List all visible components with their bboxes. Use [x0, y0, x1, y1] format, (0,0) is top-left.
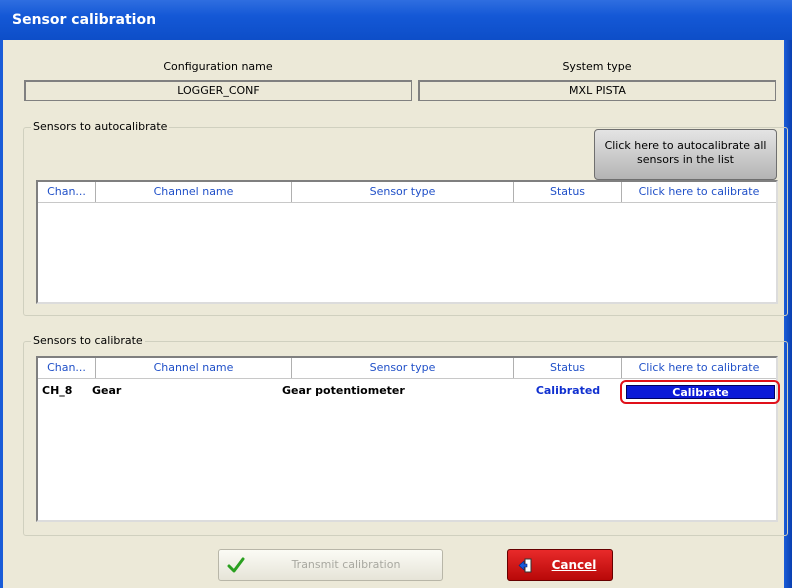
calibrate-col-channel-name[interactable]: Channel name [96, 358, 292, 378]
exit-door-icon [518, 558, 532, 573]
window-title: Sensor calibration [12, 12, 157, 28]
autocalibrate-col-action[interactable]: Click here to calibrate [622, 182, 776, 202]
calibrate-col-channel[interactable]: Chan... [38, 358, 96, 378]
system-type-label: System type [562, 60, 632, 73]
title-bar[interactable]: Sensor calibration [0, 0, 792, 40]
autocalibrate-col-status[interactable]: Status [514, 182, 622, 202]
autocalibrate-col-channel-name[interactable]: Channel name [96, 182, 292, 202]
system-type-field: MXL PISTA [418, 80, 776, 101]
cancel-button[interactable]: Cancel [507, 549, 613, 581]
calibrate-col-action[interactable]: Click here to calibrate [622, 358, 776, 378]
autocalibrate-all-button[interactable]: Click here to autocalibrate all sensors … [594, 129, 777, 180]
autocalibrate-legend: Sensors to autocalibrate [31, 120, 170, 134]
calibrate-col-sensor-type[interactable]: Sensor type [292, 358, 514, 378]
window-border-left [0, 40, 3, 588]
calibrate-list[interactable]: Chan... Channel name Sensor type Status … [36, 356, 780, 522]
transmit-calibration-label: Transmit calibration [291, 558, 401, 571]
row-sensor-type: Gear potentiometer [282, 384, 405, 397]
row-channel: CH_8 [42, 384, 73, 397]
autocalibrate-col-channel[interactable]: Chan... [38, 182, 96, 202]
calibrate-col-status[interactable]: Status [514, 358, 622, 378]
calibrate-button[interactable]: Calibrate [626, 385, 775, 399]
transmit-calibration-button[interactable]: Transmit calibration [218, 549, 443, 581]
configuration-name-field: LOGGER_CONF [24, 80, 412, 101]
autocalibrate-button-line2: sensors in the list [637, 153, 734, 166]
autocalibrate-col-sensor-type[interactable]: Sensor type [292, 182, 514, 202]
checkmark-icon [227, 557, 245, 573]
table-row[interactable]: CH_8 Gear Gear potentiometer Calibrated … [38, 380, 780, 404]
autocalibrate-button-line1: Click here to autocalibrate all [604, 139, 767, 152]
row-channel-name: Gear [92, 384, 122, 397]
calibrate-legend: Sensors to calibrate [31, 334, 145, 348]
cancel-label: Cancel [551, 558, 597, 572]
autocalibrate-list[interactable]: Chan... Channel name Sensor type Status … [36, 180, 778, 304]
row-status: Calibrated [535, 384, 601, 397]
configuration-name-label: Configuration name [163, 60, 273, 73]
